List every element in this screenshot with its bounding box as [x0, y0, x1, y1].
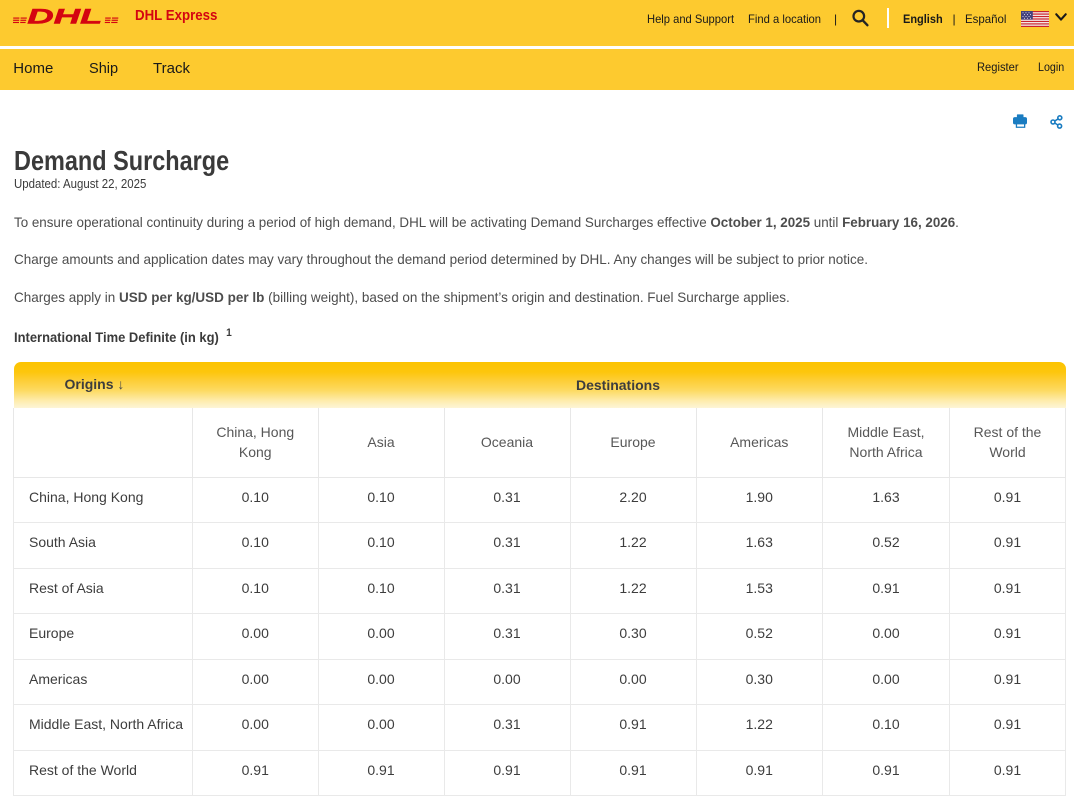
svg-text:DHL: DHL — [27, 8, 102, 25]
